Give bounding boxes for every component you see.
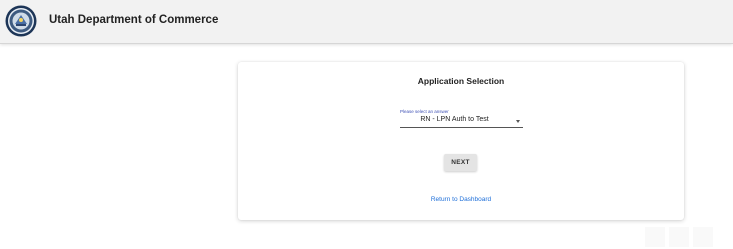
decorative-block <box>693 227 713 247</box>
chevron-down-icon[interactable] <box>516 120 520 123</box>
application-select[interactable]: Please select an answer RN - LPN Auth to… <box>400 109 523 128</box>
card-title: Application Selection <box>417 76 505 86</box>
application-selection-card: Application Selection Please select an a… <box>238 62 684 220</box>
decorative-block <box>645 227 665 247</box>
next-button[interactable]: NEXT <box>444 154 477 171</box>
app-header: Utah Department of Commerce <box>0 0 733 44</box>
select-box[interactable]: RN - LPN Auth to Test <box>400 115 523 128</box>
return-to-dashboard-link[interactable]: Return to Dashboard <box>238 196 684 203</box>
select-value: RN - LPN Auth to Test <box>420 116 489 123</box>
state-seal-icon[interactable] <box>5 5 37 37</box>
header-title: Utah Department of Commerce <box>49 14 219 26</box>
decorative-block <box>669 227 689 247</box>
